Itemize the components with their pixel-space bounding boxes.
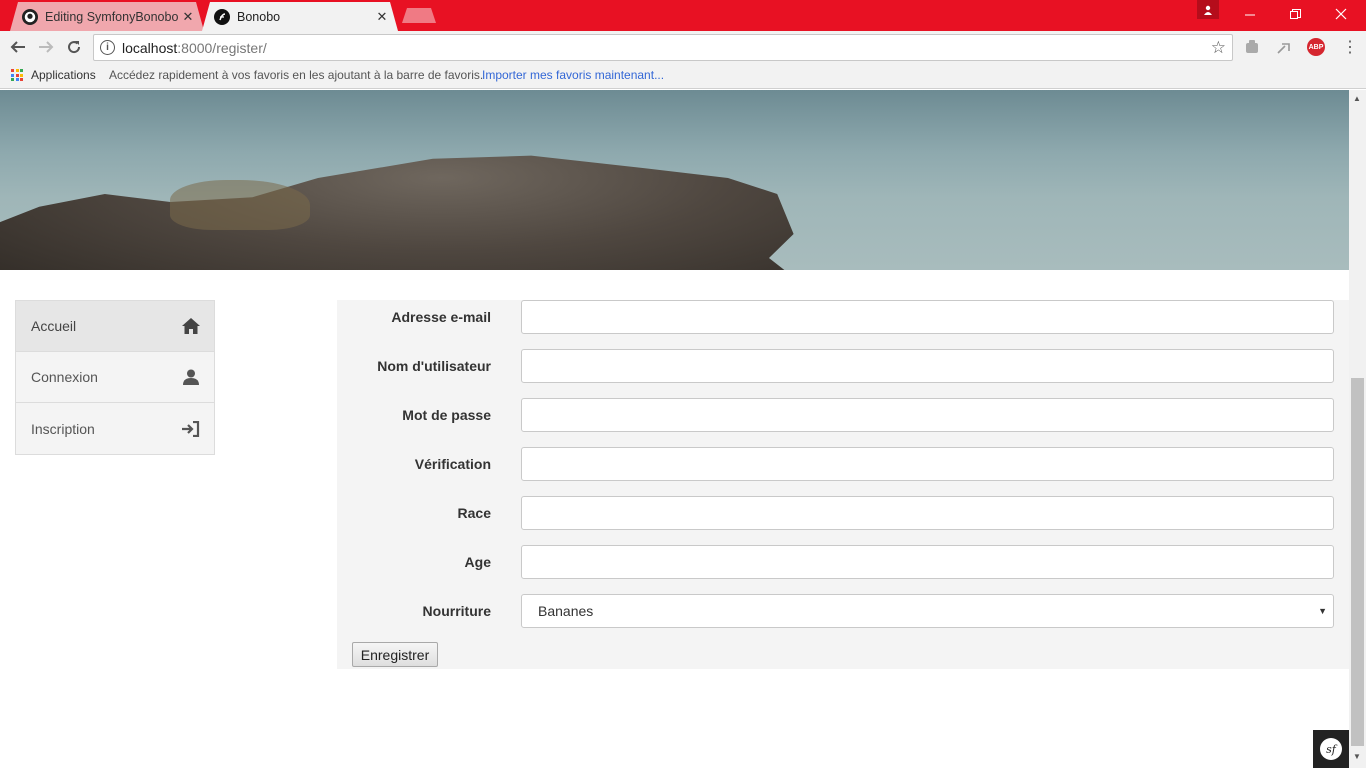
profile-icon[interactable]: [1197, 0, 1219, 19]
login-icon: [181, 419, 201, 439]
browser-toolbar: i localhost:8000/register/ ☆ ABP ⋮: [0, 31, 1366, 63]
forward-icon[interactable]: [35, 36, 57, 58]
submit-button[interactable]: Enregistrer: [352, 642, 438, 667]
nourriture-label: Nourriture: [422, 603, 491, 619]
sidebar-item-label: Connexion: [31, 369, 98, 385]
moss-shape: [170, 180, 310, 230]
browser-menu-icon[interactable]: ⋮: [1342, 37, 1358, 57]
browser-title-bar: Editing SymfonyBonobo/ ✕ Bonobo ✕: [0, 0, 1366, 31]
chevron-down-icon: ▼: [1318, 606, 1327, 616]
hero-banner-image: [0, 90, 1349, 270]
page-scrollbar[interactable]: ▲ ▼: [1349, 90, 1366, 768]
age-label: Age: [464, 554, 491, 570]
sidebar-item-connexion[interactable]: Connexion: [16, 352, 214, 403]
nourriture-select[interactable]: Bananes ▼: [521, 594, 1334, 628]
tab-close-icon[interactable]: ✕: [372, 9, 392, 25]
age-field[interactable]: [521, 545, 1334, 579]
bookmarks-bar: Applications Accédez rapidement à vos fa…: [0, 63, 1366, 89]
close-window-icon[interactable]: [1318, 0, 1364, 28]
registration-form: Adresse e-mail Nom d'utilisateur Mot de …: [337, 300, 1349, 669]
tab-bonobo[interactable]: Bonobo ✕: [202, 2, 398, 31]
email-field[interactable]: [521, 300, 1334, 334]
race-label: Race: [457, 505, 491, 521]
url-text: localhost:8000/register/: [122, 40, 267, 56]
bookmark-applications[interactable]: Applications: [31, 68, 96, 82]
password-field[interactable]: [521, 398, 1334, 432]
scroll-up-icon[interactable]: ▲: [1353, 94, 1361, 103]
verification-field[interactable]: [521, 447, 1334, 481]
minimize-icon[interactable]: [1227, 0, 1273, 28]
reload-icon[interactable]: [63, 36, 85, 58]
form-row-verification: Vérification: [337, 447, 1349, 481]
race-field[interactable]: [521, 496, 1334, 530]
password-label: Mot de passe: [402, 407, 491, 423]
tab-editing-symfonybonobo[interactable]: Editing SymfonyBonobo/ ✕: [10, 2, 204, 31]
form-row-age: Age: [337, 545, 1349, 579]
symfony-debug-toolbar-toggle[interactable]: sf: [1313, 730, 1349, 768]
bookmarks-hint: Accédez rapidement à vos favoris en les …: [109, 68, 484, 82]
form-row-username: Nom d'utilisateur: [337, 349, 1349, 383]
username-label: Nom d'utilisateur: [377, 358, 491, 374]
extension-arrows-icon[interactable]: [1275, 38, 1293, 56]
sidebar-item-label: Accueil: [31, 318, 77, 334]
home-icon: [181, 316, 201, 336]
symfony-logo-icon: sf: [1320, 738, 1342, 760]
github-icon: [22, 8, 38, 25]
user-icon: [181, 367, 201, 387]
nourriture-selected-value: Bananes: [538, 603, 594, 619]
bookmark-star-icon[interactable]: ☆: [1211, 38, 1226, 58]
scrollbar-thumb[interactable]: [1351, 378, 1364, 746]
address-bar[interactable]: i localhost:8000/register/ ☆: [93, 34, 1233, 61]
tab-title: Bonobo: [237, 9, 281, 24]
tab-close-icon[interactable]: ✕: [178, 9, 198, 25]
username-field[interactable]: [521, 349, 1334, 383]
site-info-icon[interactable]: i: [100, 40, 115, 55]
tab-title: Editing SymfonyBonobo/: [45, 9, 178, 24]
extension-icon[interactable]: [1243, 38, 1261, 56]
sidebar-item-label: Inscription: [31, 420, 95, 437]
email-label: Adresse e-mail: [391, 309, 491, 325]
form-row-race: Race: [337, 496, 1349, 530]
new-tab-button[interactable]: [402, 8, 436, 23]
symfony-icon: [214, 8, 230, 25]
scroll-down-icon[interactable]: ▼: [1353, 752, 1361, 761]
verification-label: Vérification: [414, 456, 491, 472]
form-row-nourriture: Nourriture Bananes ▼: [337, 594, 1349, 628]
form-row-email: Adresse e-mail: [337, 300, 1349, 334]
apps-grid-icon[interactable]: [11, 69, 23, 81]
sidebar-item-inscription[interactable]: Inscription: [16, 403, 214, 454]
import-bookmarks-link[interactable]: Importer mes favoris maintenant...: [482, 68, 664, 82]
form-row-password: Mot de passe: [337, 398, 1349, 432]
restore-icon[interactable]: [1272, 0, 1318, 28]
sidebar-nav: Accueil Connexion Inscription: [15, 300, 215, 455]
sidebar-item-accueil[interactable]: Accueil: [16, 301, 214, 352]
rock-shape: [0, 155, 810, 270]
back-icon[interactable]: [7, 36, 29, 58]
adblock-plus-icon[interactable]: ABP: [1307, 38, 1325, 56]
page-viewport: Accueil Connexion Inscription Adresse e-…: [0, 90, 1349, 768]
